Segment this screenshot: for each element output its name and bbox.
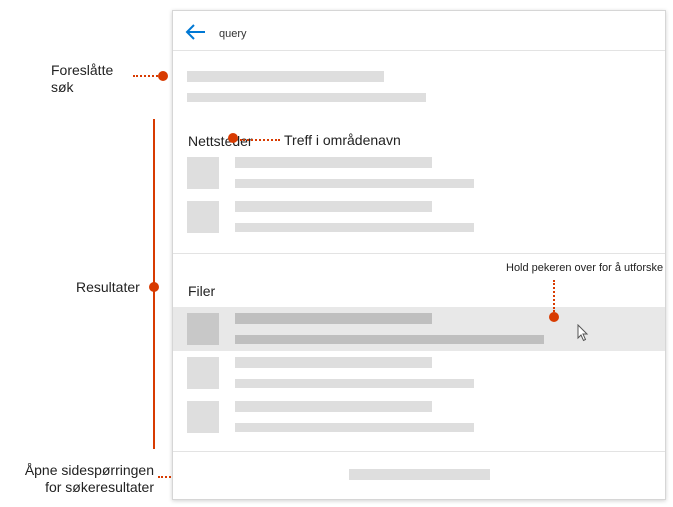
site-title-placeholder (235, 201, 432, 212)
file-subtitle-placeholder (235, 335, 544, 344)
file-thumbnail (187, 401, 219, 433)
site-subtitle-placeholder (235, 179, 474, 188)
results-marker-dot (149, 282, 159, 292)
files-divider (173, 451, 665, 452)
suggested-searches-annotation: Foreslåtte søk (51, 62, 114, 95)
hover-explore-annotation: Hold pekeren over for å utforske (506, 262, 664, 274)
file-thumbnail (187, 313, 219, 345)
file-title-placeholder (235, 401, 432, 412)
file-subtitle-placeholder (235, 423, 474, 432)
sites-section-heading: Nettsteder (188, 133, 253, 149)
site-title-placeholder (235, 157, 432, 168)
open-results-annotation: Åpne sidespørringen for søkeresultater (24, 462, 154, 495)
file-title-placeholder (235, 313, 432, 324)
hover-explore-connector (553, 280, 555, 312)
results-annotation: Resultater (76, 279, 140, 295)
suggested-connector (133, 75, 158, 77)
site-name-match-annotation: Treff i områdenavn (284, 132, 401, 148)
site-thumbnail (187, 201, 219, 233)
file-thumbnail (187, 357, 219, 389)
suggestion-placeholder[interactable] (187, 71, 384, 82)
site-name-match-marker-dot (228, 133, 238, 143)
site-subtitle-placeholder (235, 223, 474, 232)
file-title-placeholder (235, 357, 432, 368)
back-button[interactable] (185, 23, 207, 41)
search-query-text[interactable]: query (219, 28, 247, 40)
suggestion-placeholder[interactable] (187, 93, 426, 102)
files-section-heading: Filer (188, 283, 216, 299)
site-thumbnail (187, 157, 219, 189)
file-result-row-hovered[interactable] (173, 307, 665, 351)
see-all-results-placeholder[interactable] (349, 469, 490, 480)
site-name-match-connector (240, 139, 280, 141)
file-subtitle-placeholder (235, 379, 474, 388)
suggested-marker-dot (158, 71, 168, 81)
sites-divider (173, 253, 665, 254)
mouse-pointer-icon (577, 324, 589, 342)
arrow-left-icon (185, 24, 205, 40)
header-divider (173, 50, 665, 51)
hover-explore-marker-dot (549, 312, 559, 322)
search-panel: query Nettsteder Filer (172, 10, 666, 500)
